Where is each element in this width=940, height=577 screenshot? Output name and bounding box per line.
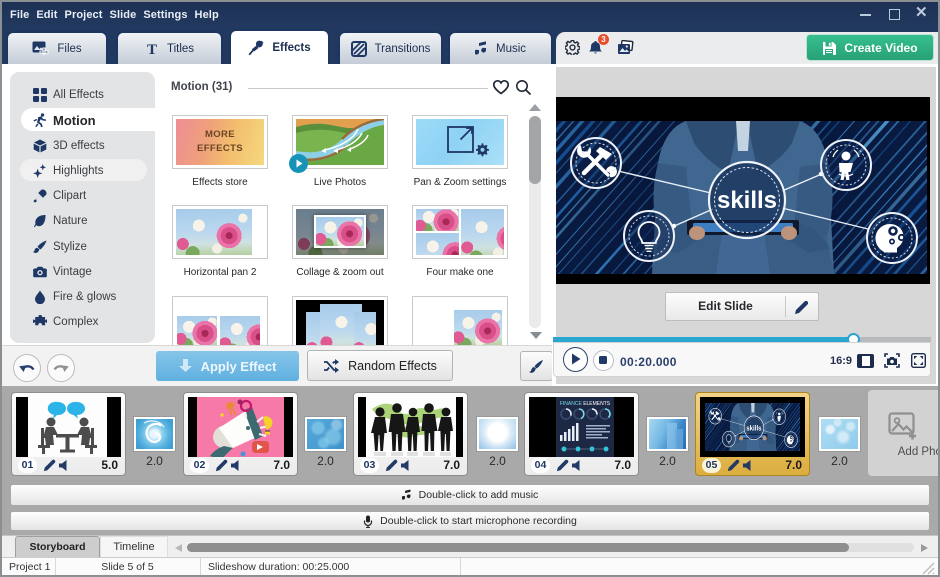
svg-text:FINANCE ELEMENTS: FINANCE ELEMENTS bbox=[560, 401, 611, 407]
svg-text:skills: skills bbox=[717, 187, 777, 214]
svg-text:T: T bbox=[147, 42, 157, 56]
